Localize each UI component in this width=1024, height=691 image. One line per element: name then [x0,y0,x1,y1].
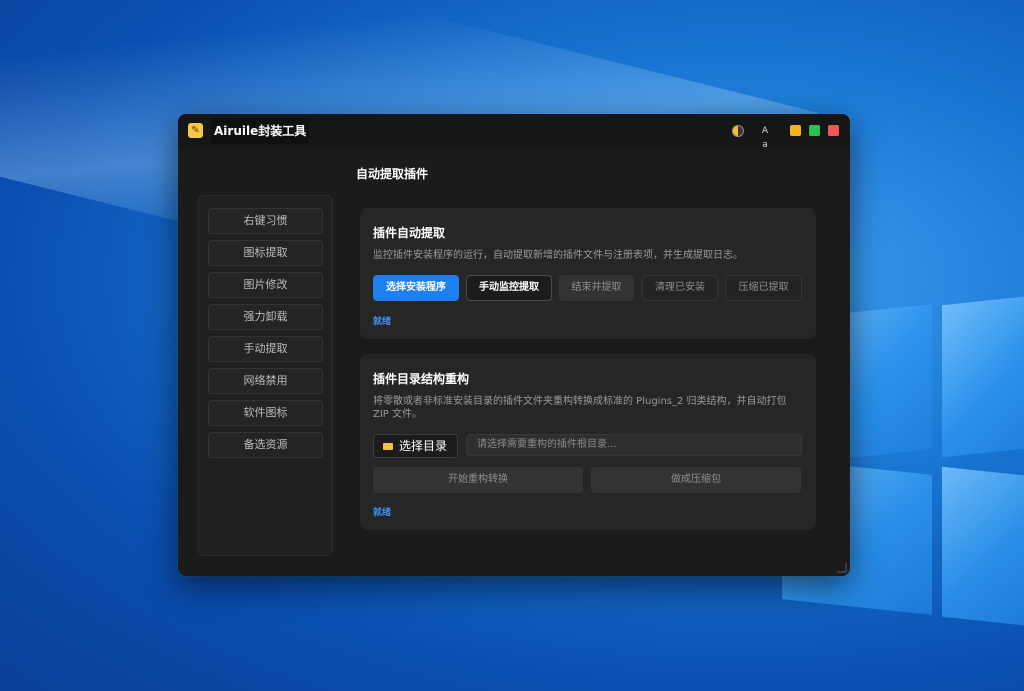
manual-monitor-button[interactable]: 手动监控提取 [466,275,552,301]
sidebar-item-force-uninstall[interactable]: 强力卸载 [208,304,323,330]
sidebar-item-context-menu[interactable]: 右键习惯 [208,208,323,234]
select-installer-button[interactable]: 选择安装程序 [373,275,459,301]
folder-icon [383,443,393,450]
stop-extract-button[interactable]: 结束并提取 [559,275,634,301]
directory-path-input[interactable]: 请选择需要重构的插件根目录... [466,434,802,456]
sidebar-item-network-block[interactable]: 网络禁用 [208,368,323,394]
status-text: 就绪 [373,508,392,518]
card-description: 监控插件安装程序的运行，自动提取新增的插件文件与注册表项，并生成提取日志。 [373,250,743,261]
minimize-button[interactable] [790,125,801,136]
close-button[interactable] [828,125,839,136]
resize-grip-icon[interactable] [837,563,847,573]
compress-extracted-button[interactable]: 压缩已提取 [725,275,802,301]
sidebar: 右键习惯 图标提取 图片修改 强力卸载 手动提取 网络禁用 软件图标 备选资源 [198,195,333,556]
sidebar-item-manual-extract[interactable]: 手动提取 [208,336,323,362]
card-title: 插件自动提取 [373,226,446,240]
app-window: ✎ Airuile封装工具 A a 右键习惯 图标提取 图片修改 强力卸载 手动… [178,114,850,576]
page-title: 自动提取插件 [356,167,429,181]
language-icon[interactable]: A a [758,124,772,150]
status-text: 就绪 [373,317,392,327]
make-package-button[interactable]: 做成压缩包 [591,467,801,493]
sidebar-item-icon-extract[interactable]: 图标提取 [208,240,323,266]
sidebar-item-backup-resources[interactable]: 备选资源 [208,432,323,458]
app-logo-icon: ✎ [188,123,203,138]
sidebar-item-image-edit[interactable]: 图片修改 [208,272,323,298]
sidebar-item-software-icon[interactable]: 软件图标 [208,400,323,426]
card-title: 插件目录结构重构 [373,372,470,386]
select-directory-button[interactable]: 选择目录 [373,434,458,458]
title-bar[interactable]: ✎ Airuile封装工具 A a [178,114,850,150]
theme-toggle-icon[interactable] [731,124,745,138]
start-convert-button[interactable]: 开始重构转换 [373,467,583,493]
maximize-button[interactable] [809,125,820,136]
clean-installed-button[interactable]: 清理已安装 [642,275,718,301]
auto-extract-card: 插件自动提取 监控插件安装程序的运行，自动提取新增的插件文件与注册表项，并生成提… [360,208,816,339]
card-description: 将零散或者非标准安装目录的插件文件夹重构转换成标准的 Plugins_2 归类结… [373,396,787,420]
window-title: Airuile封装工具 [211,118,310,144]
select-directory-label: 选择目录 [399,439,448,453]
restructure-card: 插件目录结构重构 将零散或者非标准安装目录的插件文件夹重构转换成标准的 Plug… [360,354,816,530]
